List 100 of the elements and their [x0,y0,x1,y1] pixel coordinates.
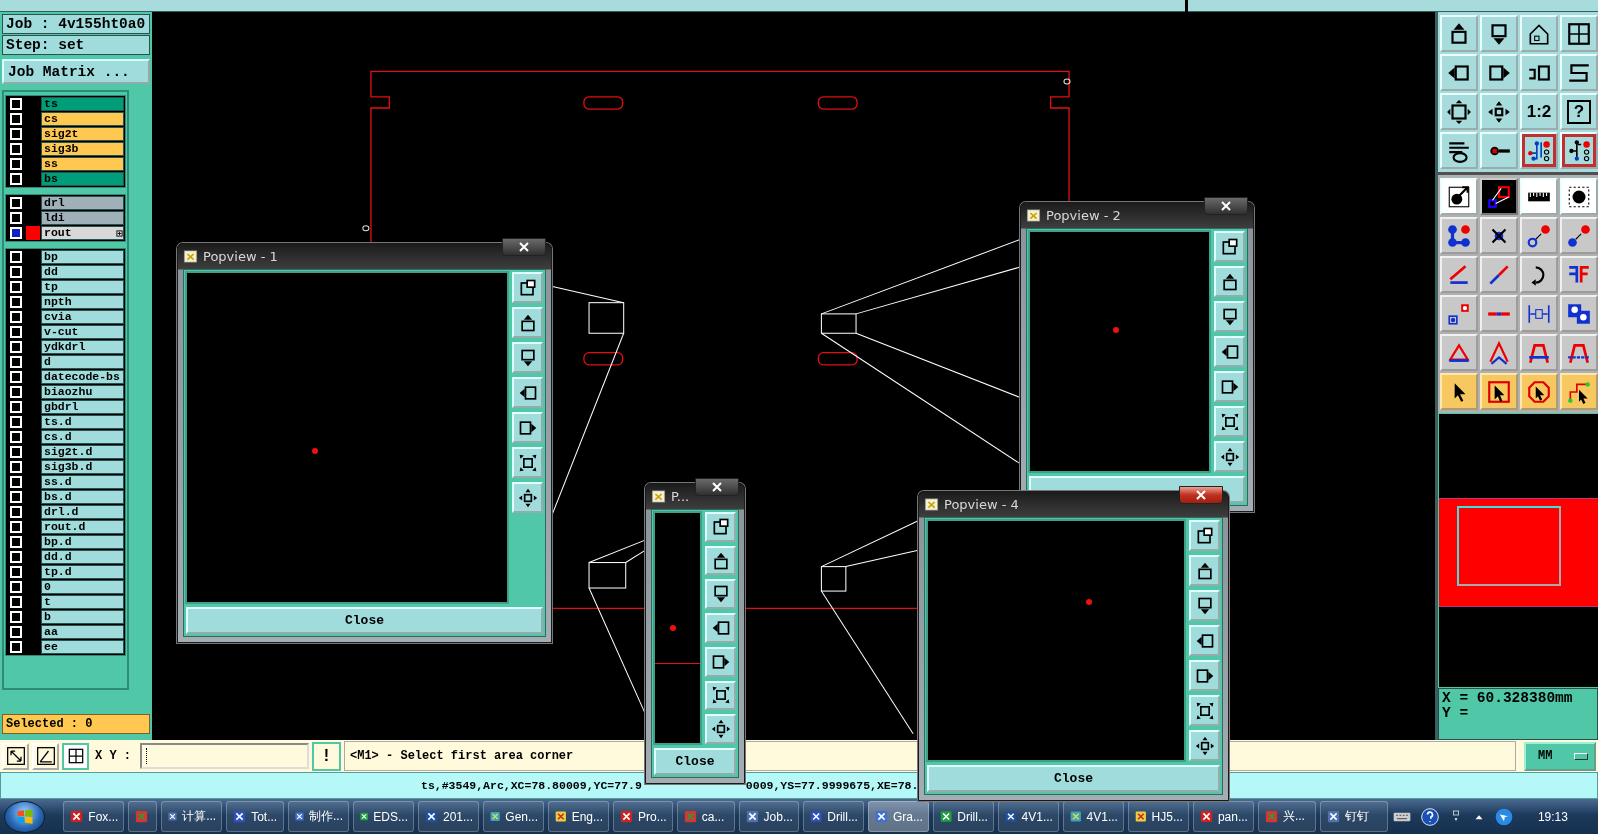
layer-name[interactable]: bs [41,172,124,186]
pointer-path-icon[interactable] [1560,373,1598,410]
arch-icon[interactable] [1520,334,1558,371]
taskbar-button[interactable]: 制作... [288,801,349,832]
work-layer-marker[interactable] [26,226,40,240]
chat-icon[interactable] [1493,806,1514,827]
layer-checkbox[interactable] [10,356,22,368]
close-button[interactable]: Close [186,607,543,634]
expand-arrows-icon[interactable] [1214,406,1245,437]
layer-checkbox[interactable] [10,128,22,140]
house-icon[interactable] [1520,15,1558,52]
layer-checkbox[interactable] [10,551,22,563]
grid-icon[interactable] [1560,15,1598,52]
layer-checkbox[interactable] [10,416,22,428]
pointer-box-icon[interactable] [1480,373,1518,410]
undo-icon[interactable] [1520,54,1558,91]
layer-checkbox[interactable] [10,158,22,170]
line-segment-icon[interactable] [1480,295,1518,332]
start-button[interactable] [4,800,46,833]
layer-checkbox[interactable] [10,431,22,443]
layer-checkbox[interactable] [10,281,22,293]
arrow-right-box-icon[interactable] [1189,660,1220,691]
layer-name[interactable]: sig2t [41,127,124,141]
arrow-left-box-icon[interactable] [1214,336,1245,367]
layer-name[interactable]: dd [41,265,124,279]
close-button[interactable] [502,238,546,256]
taskbar-button[interactable]: Gen... [483,801,544,832]
layer-checkbox[interactable] [10,476,22,488]
angle-measure-icon[interactable] [32,742,59,770]
layer-name[interactable]: 0 [41,580,124,594]
layer-checkbox[interactable] [10,536,22,548]
layer-name[interactable]: aa [41,625,124,639]
arrow-up-box-icon[interactable] [512,307,543,338]
line-squares-icon[interactable] [1480,178,1518,215]
layer-name[interactable]: ts [41,97,124,111]
arrow-up-box-icon[interactable] [1440,15,1478,52]
layer-name[interactable]: cs [41,112,124,126]
layer-name[interactable]: b [41,610,124,624]
arrow-left-box-icon[interactable] [512,377,543,408]
arrow-right-box-icon[interactable] [1214,371,1245,402]
layer-checkbox[interactable] [10,197,22,209]
layer-checkbox[interactable] [10,581,22,593]
layer-checkbox[interactable] [10,596,22,608]
help-icon[interactable] [1419,806,1440,827]
layer-name[interactable]: tp.d [41,565,124,579]
layer-name[interactable]: v-cut [41,325,124,339]
layer-name[interactable]: rout.d [41,520,124,534]
zoom-window-icon[interactable] [1214,231,1245,262]
layer-checkbox[interactable] [10,446,22,458]
expand-arrows-icon[interactable] [1189,695,1220,726]
layer-checkbox[interactable] [10,296,22,308]
units-dropdown[interactable]: MM [1524,741,1596,771]
layer-name[interactable]: t [41,595,124,609]
expand-arrows-icon[interactable] [1440,93,1478,130]
layer-checkbox[interactable] [10,341,22,353]
grid-snap-icon[interactable] [62,742,89,770]
arrow-down-box-icon[interactable] [512,342,543,373]
circuit-icon[interactable] [1560,132,1598,169]
layer-name[interactable]: bs.d [41,490,124,504]
layer-checkbox[interactable] [10,227,22,239]
layer-name[interactable]: cs.d [41,430,124,444]
move-arrows-icon[interactable] [1480,93,1518,130]
taskbar-button[interactable]: 4V1... [997,801,1059,832]
layer-checkbox[interactable] [10,461,22,473]
layer-checkbox[interactable] [10,326,22,338]
help-button[interactable]: ? [1560,93,1598,130]
layer-name[interactable]: ee [41,640,124,654]
layer-name[interactable]: sig3b.d [41,460,124,474]
layer-name[interactable]: ts.d [41,415,124,429]
layer-name[interactable]: ydkdrl [41,340,124,354]
layer-name[interactable]: biaozhu [41,385,124,399]
layer-checkbox[interactable] [10,506,22,518]
layer-checkbox[interactable] [10,401,22,413]
taskbar-button[interactable]: Eng... [548,801,609,832]
close-button[interactable] [695,478,739,496]
layer-name[interactable]: ss.d [41,475,124,489]
arrow-right-box-icon[interactable] [512,412,543,443]
arrow-left-box-icon[interactable] [1189,625,1220,656]
layer-name[interactable]: datecode-bs [41,370,124,384]
arrow-down-box-icon[interactable] [1480,15,1518,52]
mirror-icon[interactable] [1560,256,1598,293]
layer-checkbox[interactable] [10,611,22,623]
arch-icon[interactable] [1560,334,1598,371]
move-arrows-icon[interactable] [705,714,736,745]
layer-name[interactable]: npth [41,295,124,309]
ruler-icon[interactable] [1520,178,1558,215]
arrow-right-box-icon[interactable] [1480,54,1518,91]
arrow-right-box-icon[interactable] [705,646,736,677]
close-button[interactable] [1204,197,1248,215]
arrow-left-box-icon[interactable] [1440,54,1478,91]
layer-name[interactable]: drl.d [41,505,124,519]
layer-name[interactable]: tp [41,280,124,294]
layer-checkbox[interactable] [10,251,22,263]
taskbar-button[interactable]: 201... [418,801,479,832]
probe-icon[interactable] [1480,132,1518,169]
execute-button[interactable]: ! [312,741,341,771]
arrow-down-box-icon[interactable] [1189,590,1220,621]
layer-name[interactable]: gbdrl [41,400,124,414]
layer-name[interactable]: bp [41,250,124,264]
layer-checkbox[interactable] [10,266,22,278]
